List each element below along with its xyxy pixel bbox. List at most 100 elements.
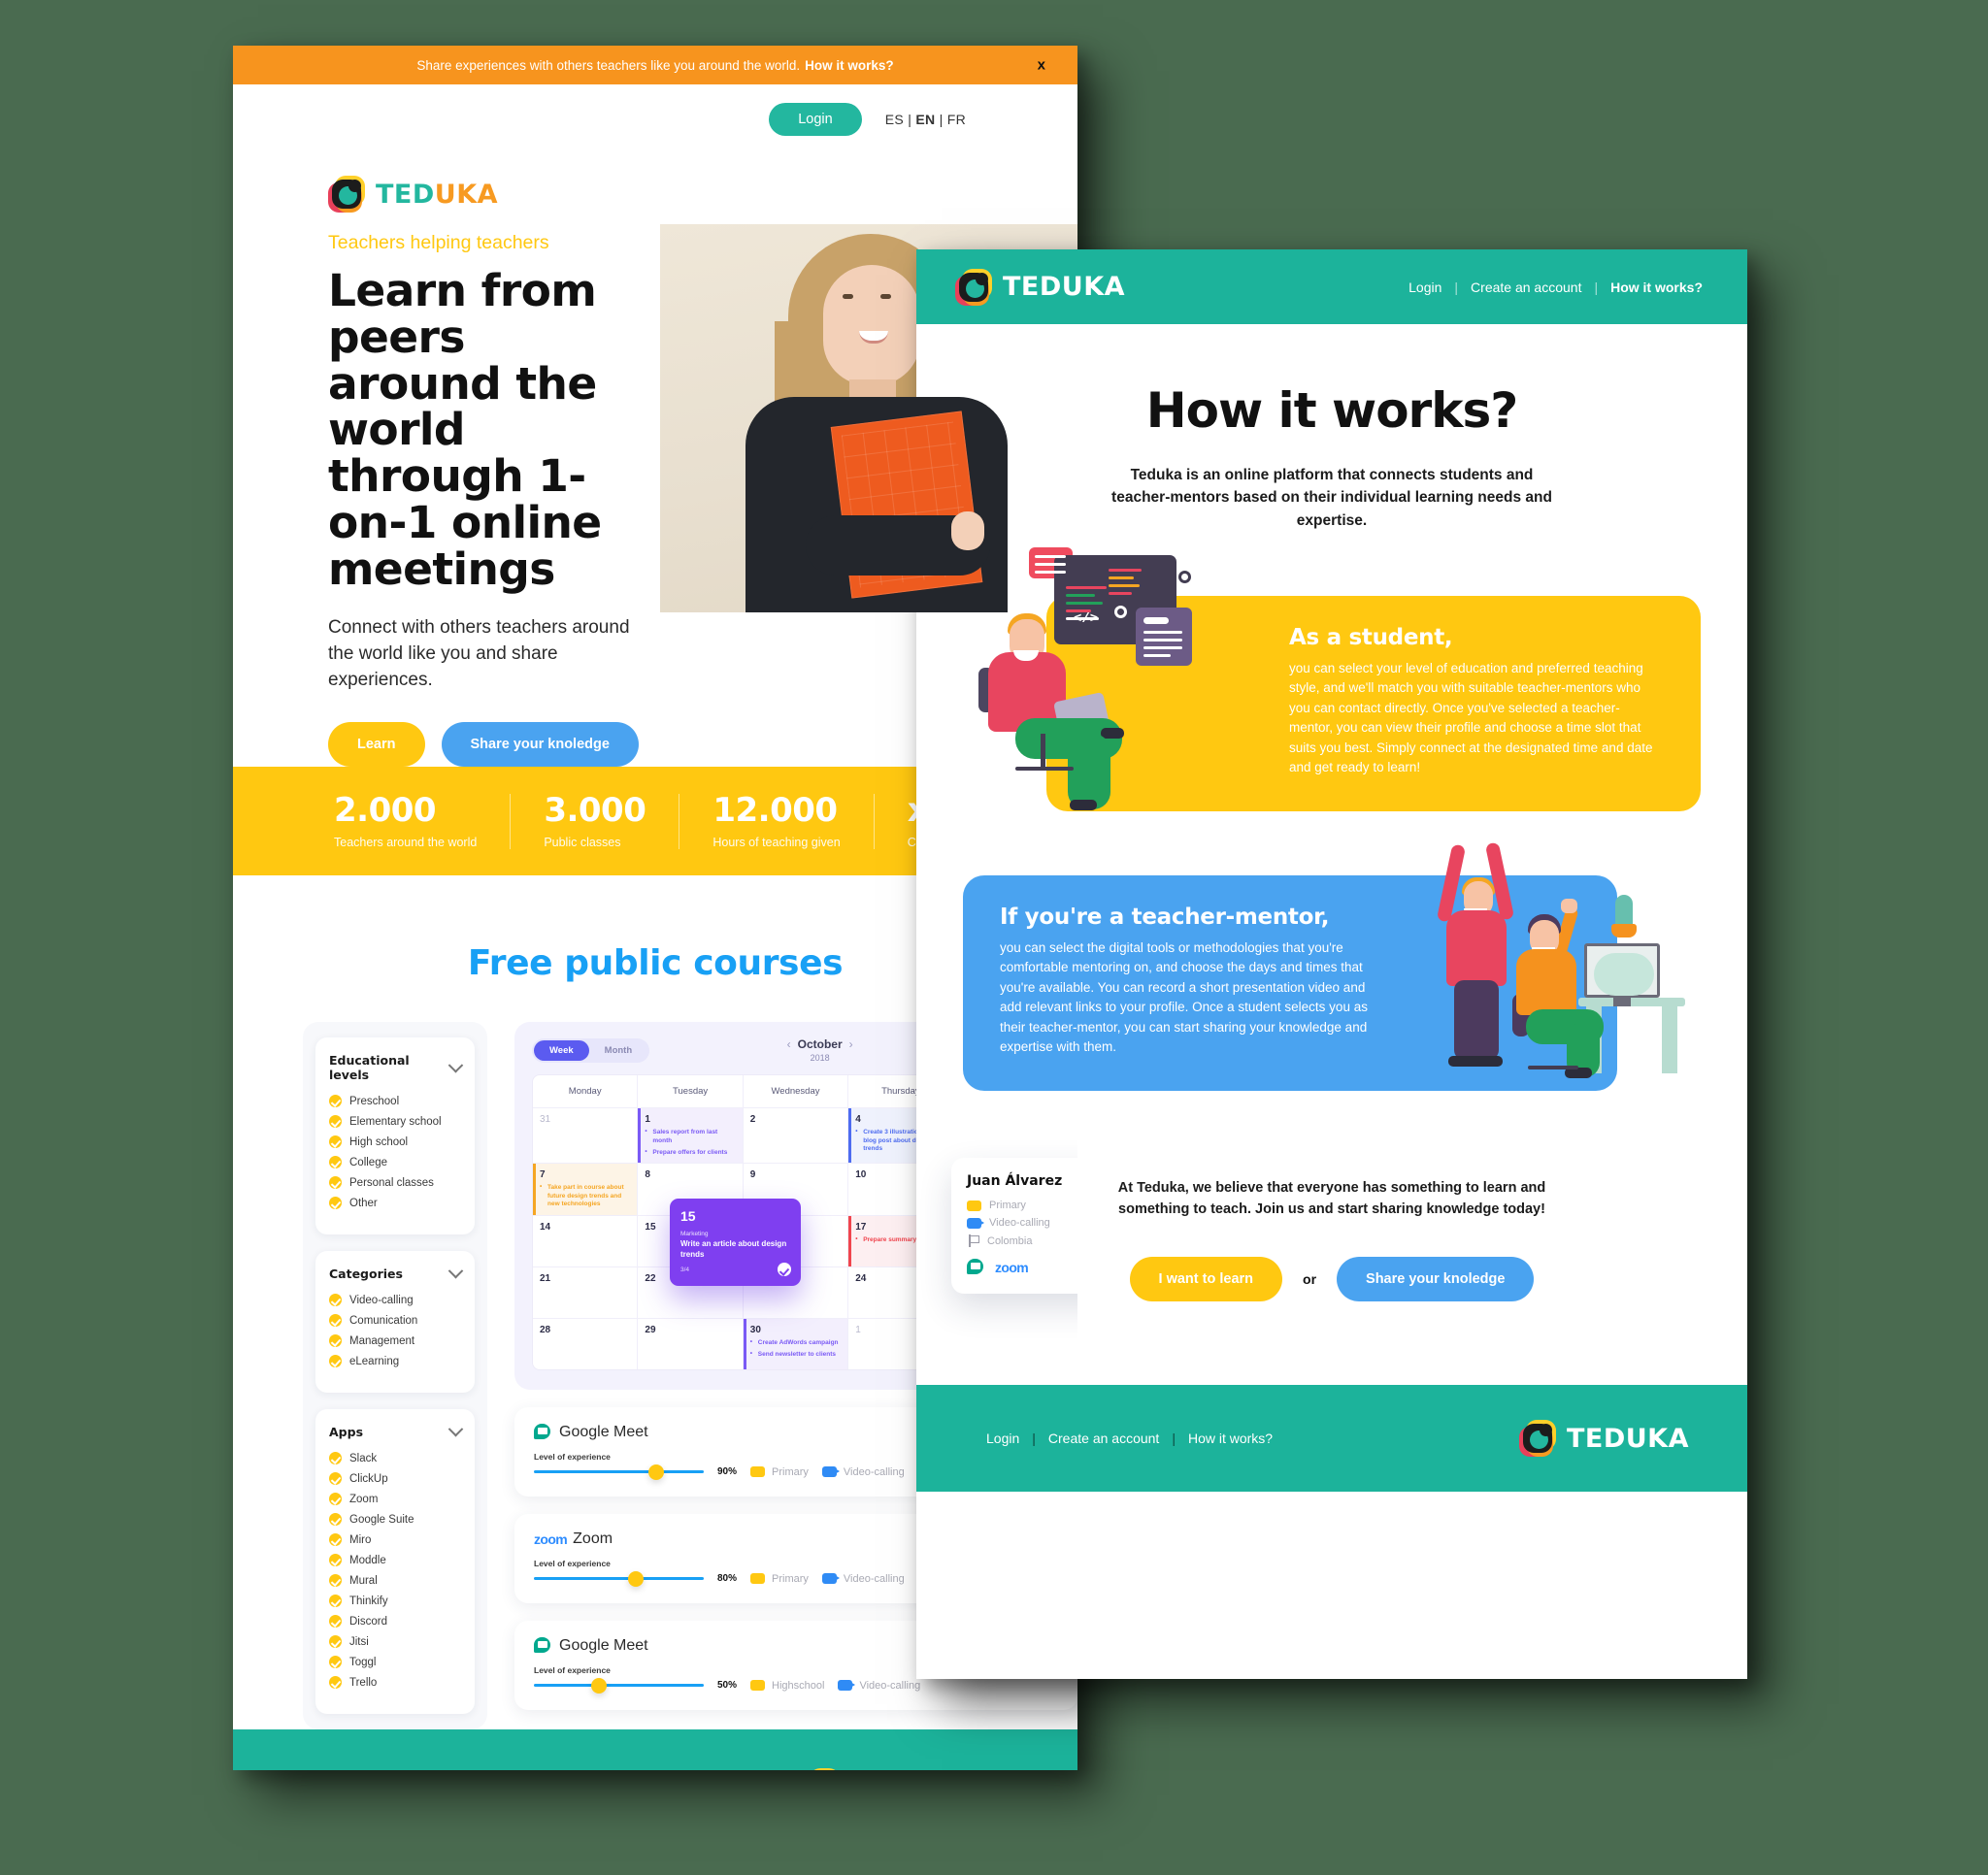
filter-option[interactable]: Trello bbox=[329, 1676, 461, 1690]
filter-option[interactable]: Preschool bbox=[329, 1095, 461, 1108]
check-icon[interactable] bbox=[329, 1156, 342, 1169]
nav-how-it-works-link[interactable]: How it works? bbox=[1610, 280, 1703, 295]
check-icon[interactable] bbox=[329, 1135, 342, 1149]
check-icon[interactable] bbox=[329, 1452, 342, 1465]
footer-login-link[interactable]: Login bbox=[986, 1431, 1019, 1446]
filter-option-label: Zoom bbox=[349, 1493, 379, 1505]
check-icon[interactable] bbox=[329, 1635, 342, 1649]
filter-option[interactable]: Discord bbox=[329, 1615, 461, 1628]
filter-option[interactable]: High school bbox=[329, 1135, 461, 1149]
calendar-day-cell[interactable]: 2 bbox=[743, 1107, 849, 1164]
teacher-illustration bbox=[1433, 839, 1695, 1091]
filter-option[interactable]: Management bbox=[329, 1334, 461, 1348]
filter-option[interactable]: College bbox=[329, 1156, 461, 1169]
check-icon[interactable] bbox=[329, 1533, 342, 1547]
calendar-day-cell[interactable]: 31 bbox=[533, 1107, 639, 1164]
check-icon[interactable] bbox=[329, 1615, 342, 1628]
calendar-day-cell[interactable]: 30 Create AdWords campaign Send newsletter… bbox=[743, 1317, 849, 1369]
closing-text: At Teduka, we believe that everyone has … bbox=[1117, 1179, 1546, 1217]
share-knowledge-button[interactable]: Share your knoledge bbox=[441, 722, 639, 768]
cta-or-label: or bbox=[1303, 1271, 1317, 1288]
footer-create-account-link[interactable]: Create an account bbox=[1048, 1431, 1159, 1446]
check-icon[interactable] bbox=[329, 1656, 342, 1669]
lang-en[interactable]: EN bbox=[915, 112, 935, 127]
check-icon[interactable] bbox=[329, 1314, 342, 1328]
chevron-down-icon[interactable] bbox=[447, 1057, 464, 1073]
filter-option[interactable]: Toggl bbox=[329, 1656, 461, 1669]
experience-slider[interactable] bbox=[534, 1677, 704, 1694]
calendar-day-cell[interactable]: 14 bbox=[533, 1214, 639, 1266]
calendar-day-cell[interactable]: 7 Take part in course about future design… bbox=[533, 1163, 639, 1215]
lang-es[interactable]: ES bbox=[885, 112, 904, 127]
category-text: Video-calling bbox=[843, 1572, 905, 1585]
chevron-down-icon[interactable] bbox=[447, 1264, 464, 1279]
filter-option[interactable]: Personal classes bbox=[329, 1176, 461, 1190]
calendar-event-card[interactable]: 15 Marketing Write an article about desi… bbox=[670, 1199, 801, 1286]
check-icon[interactable] bbox=[329, 1294, 342, 1307]
filter-option[interactable]: ClickUp bbox=[329, 1472, 461, 1486]
close-icon[interactable]: x bbox=[1038, 57, 1045, 74]
check-icon[interactable] bbox=[329, 1334, 342, 1348]
calendar-day-cell[interactable]: 1 Sales report from last month Prepare off… bbox=[638, 1107, 744, 1164]
login-button[interactable]: Login bbox=[769, 103, 862, 136]
profile-level: Primary bbox=[989, 1200, 1026, 1212]
learn-button[interactable]: Learn bbox=[328, 722, 425, 768]
footer-how-it-works-link[interactable]: How it works? bbox=[1188, 1431, 1273, 1446]
nav-login-link[interactable]: Login bbox=[1408, 280, 1441, 295]
check-icon[interactable] bbox=[329, 1513, 342, 1527]
share-knowledge-button[interactable]: Share your knoledge bbox=[1337, 1257, 1535, 1302]
filter-option[interactable]: Mural bbox=[329, 1574, 461, 1588]
filter-option[interactable]: Google Suite bbox=[329, 1513, 461, 1527]
calendar-day-cell[interactable]: 29 bbox=[638, 1317, 744, 1369]
filter-option[interactable]: Moddle bbox=[329, 1554, 461, 1567]
check-icon[interactable] bbox=[329, 1472, 342, 1486]
filter-option[interactable]: Jitsi bbox=[329, 1635, 461, 1649]
nav-create-account-link[interactable]: Create an account bbox=[1471, 280, 1581, 295]
lang-fr[interactable]: FR bbox=[947, 112, 966, 127]
prev-month-icon[interactable]: ‹ bbox=[780, 1037, 798, 1051]
logo[interactable]: TEDUKA bbox=[955, 268, 1125, 306]
check-icon[interactable] bbox=[329, 1554, 342, 1567]
toggle-month[interactable]: Month bbox=[589, 1040, 648, 1061]
announcement-link[interactable]: How it works? bbox=[805, 58, 894, 73]
zoom-icon: zoom bbox=[534, 1530, 568, 1547]
filter-option[interactable]: Elementary school bbox=[329, 1115, 461, 1129]
slider-knob[interactable] bbox=[628, 1570, 644, 1587]
i-want-to-learn-button[interactable]: I want to learn bbox=[1129, 1257, 1283, 1302]
level-badge-icon bbox=[750, 1466, 766, 1478]
calendar-day-cell[interactable]: 21 bbox=[533, 1266, 639, 1318]
check-icon[interactable] bbox=[329, 1595, 342, 1608]
chevron-down-icon[interactable] bbox=[447, 1422, 464, 1437]
check-icon[interactable] bbox=[329, 1676, 342, 1690]
check-icon[interactable] bbox=[329, 1115, 342, 1129]
calendar-day-cell[interactable]: 28 bbox=[533, 1317, 639, 1369]
slider-knob[interactable] bbox=[648, 1464, 664, 1480]
stat-label: Teachers around the world bbox=[334, 835, 478, 849]
footer-logo[interactable]: TEDUKA bbox=[803, 1768, 973, 1770]
filter-option[interactable]: Thinkify bbox=[329, 1595, 461, 1608]
next-month-icon[interactable]: › bbox=[843, 1037, 860, 1051]
calendar-view-toggle[interactable]: Week Month bbox=[532, 1037, 650, 1063]
footer-logo[interactable]: TEDUKA bbox=[1518, 1420, 1689, 1458]
check-icon[interactable] bbox=[329, 1493, 342, 1506]
filter-option[interactable]: Comunication bbox=[329, 1314, 461, 1328]
filter-option[interactable]: eLearning bbox=[329, 1355, 461, 1368]
check-icon[interactable] bbox=[329, 1355, 342, 1368]
filter-option[interactable]: Video-calling bbox=[329, 1294, 461, 1307]
filter-option[interactable]: Zoom bbox=[329, 1493, 461, 1506]
check-icon[interactable] bbox=[329, 1176, 342, 1190]
calendar-day-number: 24 bbox=[855, 1272, 867, 1284]
language-switcher[interactable]: ES | EN | FR bbox=[885, 112, 966, 127]
toggle-week[interactable]: Week bbox=[534, 1039, 589, 1061]
experience-slider[interactable] bbox=[534, 1570, 704, 1587]
filter-option[interactable]: Slack bbox=[329, 1452, 461, 1465]
calendar-event-text: Sales report from last month bbox=[645, 1128, 735, 1145]
slider-knob[interactable] bbox=[590, 1677, 607, 1694]
logo[interactable]: TEDUKA bbox=[328, 176, 650, 213]
check-icon[interactable] bbox=[329, 1197, 342, 1210]
filter-option[interactable]: Miro bbox=[329, 1533, 461, 1547]
experience-slider[interactable] bbox=[534, 1464, 704, 1480]
check-icon[interactable] bbox=[329, 1574, 342, 1588]
filter-option[interactable]: Other bbox=[329, 1197, 461, 1210]
check-icon[interactable] bbox=[329, 1095, 342, 1108]
